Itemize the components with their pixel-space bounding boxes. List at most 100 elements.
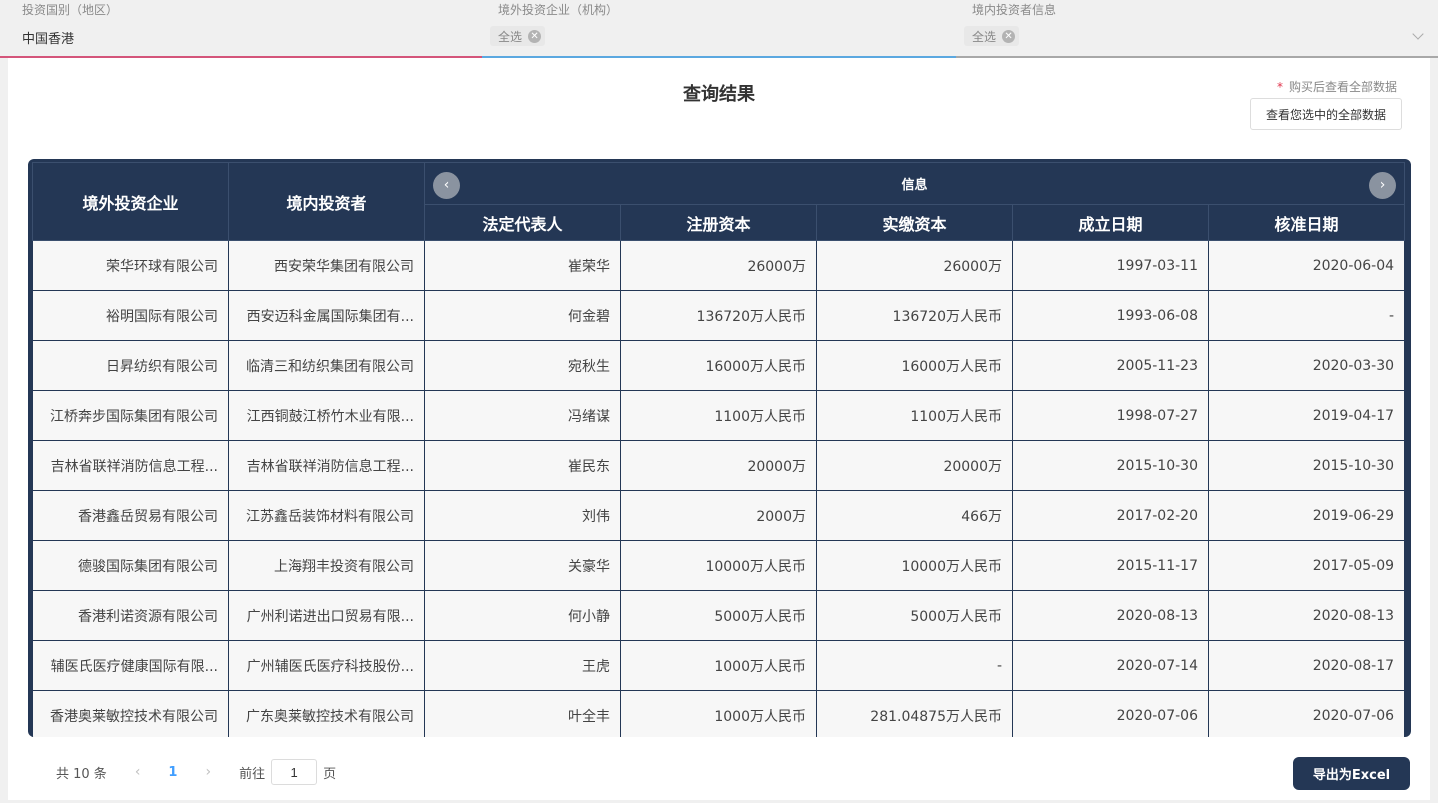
cell-overseas-enterprise: 香港鑫岳贸易有限公司	[32, 490, 229, 541]
required-star: *	[1276, 80, 1283, 94]
filter-country[interactable]: 投资国别（地区） 中国香港	[0, 0, 482, 58]
filter-domestic-investor[interactable]: 境内投资者信息 全选 ✕	[956, 0, 1438, 58]
chip-label: 全选	[972, 29, 997, 44]
table-row[interactable]: 香港利诺资源有限公司 广州利诺进出口贸易有限... 何小静 5000万人民币 5000万…	[32, 590, 1406, 641]
cell-paid-capital: -	[816, 640, 1013, 691]
cell-legal-rep: 宛秋生	[424, 340, 621, 391]
cell-overseas-enterprise: 德骏国际集团有限公司	[32, 540, 229, 591]
cell-reg-capital: 10000万人民币	[620, 540, 817, 591]
chevron-down-icon[interactable]	[1412, 28, 1424, 40]
table-row[interactable]: 江桥奔步国际集团有限公司 江西铜鼓江桥竹木业有限... 冯绪谋 1100万人民币 110…	[32, 390, 1406, 441]
filter-domestic-chip[interactable]: 全选 ✕	[964, 26, 1020, 46]
total-count: 共 10 条	[56, 766, 107, 782]
results-table: 境外投资企业 境内投资者 ‹ 信息 › 法定代表人 注册资本 实缴资本 成立日期…	[32, 162, 1406, 737]
page-number-1[interactable]: 1	[168, 765, 177, 780]
chip-label: 全选	[498, 29, 523, 44]
cell-overseas-enterprise: 吉林省联祥消防信息工程...	[32, 440, 229, 491]
purchase-note-text: 购买后查看全部数据	[1288, 80, 1397, 94]
header-reg-capital: 注册资本	[620, 204, 817, 241]
cell-domestic-investor: 江苏鑫岳装饰材料有限公司	[228, 490, 425, 541]
goto-prefix: 前往	[239, 766, 266, 782]
table-row[interactable]: 日昇纺织有限公司 临清三和纺织集团有限公司 宛秋生 16000万人民币 16000万人民…	[32, 340, 1406, 391]
cell-reg-capital: 2000万	[620, 490, 817, 541]
table-row[interactable]: 吉林省联祥消防信息工程... 吉林省联祥消防信息工程... 崔民东 20000万 200…	[32, 440, 1406, 491]
goto-page-input[interactable]	[271, 759, 318, 785]
cell-paid-capital: 10000万人民币	[816, 540, 1013, 591]
scroll-left-button[interactable]: ‹	[433, 172, 460, 199]
filter-domestic-label: 境内投资者信息	[972, 3, 1057, 17]
export-excel-button[interactable]: 导出为Excel	[1293, 757, 1410, 790]
results-panel: 查询结果 * 购买后查看全部数据 查看您选中的全部数据 境外投资企业 境内投资者 …	[8, 58, 1430, 800]
cell-legal-rep: 关豪华	[424, 540, 621, 591]
table-row[interactable]: 香港鑫岳贸易有限公司 江苏鑫岳装饰材料有限公司 刘伟 2000万 466万 2017-02…	[32, 490, 1406, 541]
close-icon[interactable]: ✕	[1002, 29, 1016, 43]
cell-legal-rep: 刘伟	[424, 490, 621, 541]
cell-domestic-investor: 西安迈科金属国际集团有...	[228, 290, 425, 341]
cell-founded-date: 1998-07-27	[1012, 390, 1209, 441]
cell-founded-date: 1997-03-11	[1012, 240, 1209, 291]
cell-founded-date: 2020-07-06	[1012, 690, 1209, 737]
filter-bar: 投资国别（地区） 中国香港 境外投资企业（机构） 全选 ✕ 境内投资者信息 全选…	[0, 0, 1438, 58]
cell-approved-date: 2020-08-17	[1207, 640, 1406, 691]
cell-reg-capital: 1000万人民币	[620, 640, 817, 691]
cell-approved-date: 2017-05-09	[1207, 540, 1406, 591]
table-body: 荣华环球有限公司 西安荣华集团有限公司 崔荣华 26000万 26000万 1997-03…	[32, 240, 1406, 737]
close-icon[interactable]: ✕	[528, 29, 542, 43]
cell-founded-date: 2017-02-20	[1012, 490, 1209, 541]
cell-founded-date: 1993-06-08	[1012, 290, 1209, 341]
table-row[interactable]: 荣华环球有限公司 西安荣华集团有限公司 崔荣华 26000万 26000万 1997-03…	[32, 240, 1406, 291]
cell-approved-date: 2019-04-17	[1207, 390, 1406, 441]
cell-reg-capital: 20000万	[620, 440, 817, 491]
cell-approved-date: 2020-06-04	[1207, 240, 1406, 291]
cell-founded-date: 2005-11-23	[1012, 340, 1209, 391]
results-table-container: 境外投资企业 境内投资者 ‹ 信息 › 法定代表人 注册资本 实缴资本 成立日期…	[28, 159, 1411, 737]
cell-paid-capital: 20000万	[816, 440, 1013, 491]
table-row[interactable]: 香港奥莱敏控技术有限公司 广东奥莱敏控技术有限公司 叶全丰 1000万人民币 281.0…	[32, 690, 1406, 737]
cell-domestic-investor: 上海翔丰投资有限公司	[228, 540, 425, 591]
cell-founded-date: 2020-07-14	[1012, 640, 1209, 691]
cell-overseas-enterprise: 辅医氏医疗健康国际有限...	[32, 640, 229, 691]
cell-legal-rep: 何金碧	[424, 290, 621, 341]
cell-overseas-enterprise: 香港奥莱敏控技术有限公司	[32, 690, 229, 737]
next-page-icon[interactable]: ›	[205, 764, 211, 780]
pagination: 共 10 条 ‹ 1 › 前往 页	[56, 759, 336, 785]
cell-reg-capital: 136720万人民币	[620, 290, 817, 341]
filter-overseas-chip[interactable]: 全选 ✕	[490, 26, 546, 46]
table-row[interactable]: 裕明国际有限公司 西安迈科金属国际集团有... 何金碧 136720万人民币 13672…	[32, 290, 1406, 341]
cell-paid-capital: 5000万人民币	[816, 590, 1013, 641]
cell-approved-date: 2020-03-30	[1207, 340, 1406, 391]
cell-legal-rep: 崔民东	[424, 440, 621, 491]
table-row[interactable]: 辅医氏医疗健康国际有限... 广州辅医氏医疗科技股份... 王虎 1000万人民币 -2…	[32, 640, 1406, 691]
cell-approved-date: 2015-10-30	[1207, 440, 1406, 491]
filter-country-value[interactable]: 中国香港	[22, 28, 74, 47]
cell-reg-capital: 1100万人民币	[620, 390, 817, 441]
cell-overseas-enterprise: 日昇纺织有限公司	[32, 340, 229, 391]
cell-overseas-enterprise: 江桥奔步国际集团有限公司	[32, 390, 229, 441]
view-all-data-button[interactable]: 查看您选中的全部数据	[1250, 98, 1402, 130]
cell-legal-rep: 冯绪谋	[424, 390, 621, 441]
header-overseas-enterprise: 境外投资企业	[32, 162, 229, 241]
filter-overseas-enterprise[interactable]: 境外投资企业（机构） 全选 ✕	[482, 0, 956, 58]
cell-approved-date: -	[1207, 290, 1406, 341]
cell-approved-date: 2020-08-13	[1207, 590, 1406, 641]
scroll-right-button[interactable]: ›	[1369, 172, 1397, 199]
cell-reg-capital: 26000万	[620, 240, 817, 291]
cell-domestic-investor: 西安荣华集团有限公司	[228, 240, 425, 291]
page-title: 查询结果	[683, 84, 755, 105]
cell-legal-rep: 王虎	[424, 640, 621, 691]
cell-domestic-investor: 江西铜鼓江桥竹木业有限...	[228, 390, 425, 441]
filter-overseas-label: 境外投资企业（机构）	[498, 3, 619, 17]
cell-founded-date: 2020-08-13	[1012, 590, 1209, 641]
cell-domestic-investor: 广州利诺进出口贸易有限...	[228, 590, 425, 641]
cell-paid-capital: 1100万人民币	[816, 390, 1013, 441]
cell-approved-date: 2019-06-29	[1207, 490, 1406, 541]
table-row[interactable]: 德骏国际集团有限公司 上海翔丰投资有限公司 关豪华 10000万人民币 10000万人民…	[32, 540, 1406, 591]
prev-page-icon[interactable]: ‹	[135, 764, 141, 780]
purchase-note: * 购买后查看全部数据	[1277, 78, 1397, 95]
cell-overseas-enterprise: 荣华环球有限公司	[32, 240, 229, 291]
cell-reg-capital: 5000万人民币	[620, 590, 817, 641]
filter-country-label: 投资国别（地区）	[22, 3, 119, 17]
header-approved-date: 核准日期	[1207, 204, 1406, 241]
cell-domestic-investor: 广东奥莱敏控技术有限公司	[228, 690, 425, 737]
cell-legal-rep: 何小静	[424, 590, 621, 641]
